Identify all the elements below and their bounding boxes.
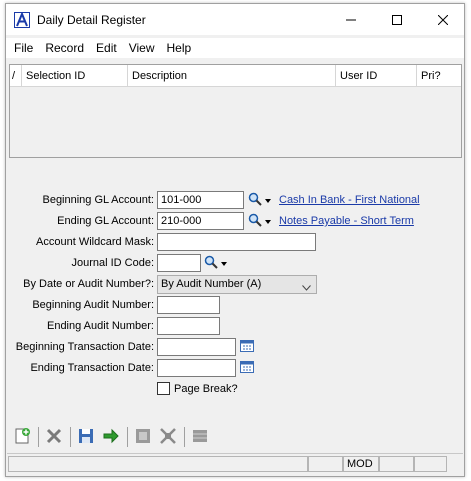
calendar-icon (240, 339, 254, 355)
menu-file[interactable]: File (8, 39, 39, 57)
delete-button[interactable] (43, 426, 65, 448)
app-logo-icon (14, 11, 30, 28)
status-mode: MOD (343, 456, 379, 472)
beginning-date-calendar-button[interactable] (238, 338, 256, 356)
magnifier-icon (248, 192, 262, 209)
delete-icon (45, 427, 63, 448)
grid-marker: / (10, 65, 22, 87)
save-button[interactable] (75, 426, 97, 448)
new-button[interactable] (11, 426, 33, 448)
journal-id-lookup-button[interactable] (202, 254, 220, 272)
ending-transaction-date-label: Ending Transaction Date: (30, 362, 154, 374)
save-icon (77, 427, 95, 448)
journal-id-code-label: Journal ID Code: (71, 257, 154, 269)
page-break-checkbox[interactable] (157, 382, 170, 395)
chevron-down-icon (265, 194, 271, 206)
journal-id-dropdown-button[interactable] (219, 254, 229, 272)
menu-view[interactable]: View (123, 39, 161, 57)
status-bar: MOD (7, 453, 463, 473)
beginning-transaction-date-label: Beginning Transaction Date: (15, 341, 154, 353)
chevron-down-icon (265, 215, 271, 227)
toolbar-separator (70, 427, 71, 447)
run-icon (102, 427, 120, 448)
column-user-id[interactable]: User ID (336, 65, 417, 87)
expand-button[interactable] (157, 426, 179, 448)
ending-gl-account-field[interactable]: 210-000 (157, 212, 244, 230)
magnifier-icon (248, 213, 262, 230)
ending-gl-dropdown-button[interactable] (263, 212, 273, 230)
title-bar: Daily Detail Register (6, 4, 464, 35)
beginning-gl-account-field[interactable]: 101-000 (157, 191, 244, 209)
beginning-audit-number-label: Beginning Audit Number: (32, 299, 154, 311)
page-break-label: Page Break? (174, 383, 238, 395)
beginning-audit-number-field[interactable] (157, 296, 220, 314)
first-record-button[interactable] (132, 426, 154, 448)
status-cell (414, 456, 447, 472)
by-date-or-audit-value: By Audit Number (A) (161, 278, 262, 290)
toolbar-separator (38, 427, 39, 447)
window-title: Daily Detail Register (37, 13, 146, 27)
ending-audit-number-field[interactable] (157, 317, 220, 335)
menu-help[interactable]: Help (161, 39, 198, 57)
chevron-down-icon (302, 280, 311, 297)
first-icon (134, 427, 152, 448)
beginning-transaction-date-field[interactable] (157, 338, 236, 356)
magnifier-icon (204, 255, 218, 272)
chevron-down-icon (221, 257, 227, 269)
ending-date-calendar-button[interactable] (238, 359, 256, 377)
list-icon (191, 427, 209, 448)
ending-transaction-date-field[interactable] (157, 359, 236, 377)
beginning-gl-dropdown-button[interactable] (263, 191, 273, 209)
menu-record[interactable]: Record (39, 39, 90, 57)
by-date-or-audit-select[interactable]: By Audit Number (A) (157, 275, 317, 294)
calendar-icon (240, 360, 254, 376)
account-wildcard-mask-label: Account Wildcard Mask: (36, 236, 154, 248)
by-date-or-audit-label: By Date or Audit Number?: (23, 278, 154, 290)
beginning-gl-account-label: Beginning GL Account: (42, 194, 154, 206)
resize-grip[interactable] (447, 456, 462, 472)
account-wildcard-mask-field[interactable] (157, 233, 316, 251)
ending-gl-lookup-button[interactable] (246, 212, 264, 230)
expand-icon (159, 427, 177, 448)
new-icon (13, 427, 31, 448)
column-selection-id[interactable]: Selection ID (22, 65, 128, 87)
beginning-gl-lookup-button[interactable] (246, 191, 264, 209)
toolbar-separator (127, 427, 128, 447)
menu-bar: File Record Edit View Help (6, 38, 464, 58)
toolbar-separator (184, 427, 185, 447)
status-cell (379, 456, 414, 472)
minimize-button[interactable] (328, 4, 374, 35)
beginning-gl-account-description-link[interactable]: Cash In Bank - First National (279, 191, 420, 209)
list-button[interactable] (189, 426, 211, 448)
selection-grid[interactable]: / Selection ID Description User ID Pri? (9, 64, 462, 158)
grid-header: / Selection ID Description User ID Pri? (10, 65, 461, 87)
menu-edit[interactable]: Edit (90, 39, 123, 57)
maximize-button[interactable] (374, 4, 420, 35)
ending-gl-account-description-link[interactable]: Notes Payable - Short Term (279, 212, 414, 230)
run-button[interactable] (100, 426, 122, 448)
ending-audit-number-label: Ending Audit Number: (46, 320, 154, 332)
close-button[interactable] (420, 4, 466, 35)
journal-id-code-field[interactable] (157, 254, 201, 272)
main-window: Daily Detail Register File Record Edit V… (5, 3, 465, 477)
status-cell (308, 456, 343, 472)
status-message-cell (8, 456, 308, 472)
column-pri[interactable]: Pri? (417, 65, 461, 87)
ending-gl-account-label: Ending GL Account: (57, 215, 154, 227)
column-description[interactable]: Description (128, 65, 336, 87)
toolbar (7, 422, 463, 452)
